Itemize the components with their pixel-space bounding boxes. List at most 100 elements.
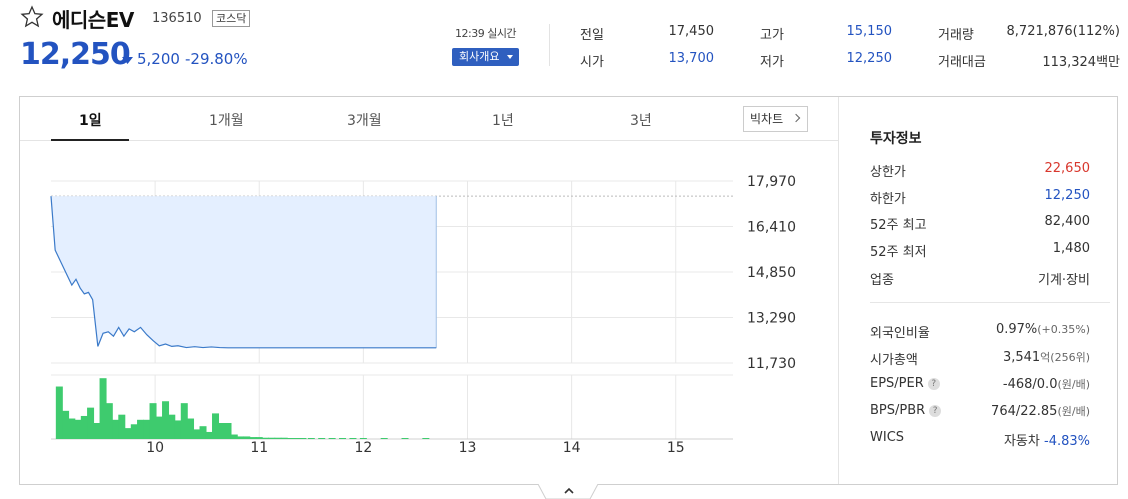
info-main-value: -468/0.0 <box>1002 377 1058 392</box>
company-overview-button[interactable]: 회사개요 <box>452 48 519 66</box>
period-tabs: 1일 1개월 3개월 1년 3년 빅차트 <box>20 97 838 141</box>
active-tab-underline <box>51 139 129 141</box>
tab-1year[interactable]: 1년 <box>492 110 514 130</box>
volume-bar <box>318 438 326 439</box>
invest-info: 투자정보 상한가 22,650 하한가 12,250 52주 최고 82,400… <box>839 97 1117 484</box>
volume-bar <box>99 378 107 439</box>
help-icon[interactable]: ? <box>929 405 942 417</box>
info-label: 52주 최고 <box>870 218 927 233</box>
info-row-52w-low: 52주 최저 1,480 <box>870 241 1090 260</box>
volume-bar <box>149 403 157 439</box>
y-tick-label: 16,410 <box>747 220 796 236</box>
info-label-text: EPS/PER <box>870 376 924 391</box>
info-value: 82,400 <box>1044 214 1091 229</box>
info-value: 764/22.85(원/배) <box>991 403 1090 419</box>
volume-bar <box>307 438 315 439</box>
info-row-foreign-ratio: 외국인비율 0.97%(+0.35%) <box>870 322 1090 341</box>
volume-bar <box>349 438 357 439</box>
volume-bar <box>328 438 336 439</box>
amount-value: 113,324백만 <box>1042 55 1120 70</box>
tab-1month[interactable]: 1개월 <box>209 110 244 130</box>
volume-bar <box>87 407 95 439</box>
info-label-text: BPS/PBR <box>870 403 926 418</box>
info-value: 3,541억(256위) <box>1003 349 1090 365</box>
volume-bar <box>212 413 220 439</box>
info-label: WICS <box>870 430 905 445</box>
volume-bar <box>68 418 76 439</box>
stock-header: 에디슨EV 136510 코스닥 12,250 5,200 -29.80% 12… <box>0 0 1128 92</box>
volume-bar <box>137 419 145 439</box>
info-label: EPS/PER? <box>870 376 940 391</box>
volume-bar <box>224 423 232 439</box>
company-overview-label: 회사개요 <box>459 50 500 63</box>
info-label: 업종 <box>870 273 894 288</box>
down-arrow-icon <box>122 50 133 64</box>
volume-bar <box>168 414 176 439</box>
volume-bar <box>274 437 282 439</box>
high-value: 15,150 <box>846 24 893 39</box>
info-row-industry: 업종 기계·장비 <box>870 269 1090 288</box>
caret-down-icon <box>507 55 513 59</box>
volume-bar <box>380 438 388 439</box>
info-row-market-cap: 시가총액 3,541억(256위) <box>870 349 1090 368</box>
volume-bar <box>280 437 288 439</box>
info-label: 상한가 <box>870 165 906 180</box>
chart-panel: 1일 1개월 3개월 1년 3년 빅차트 17,970 16,410 14,850 1… <box>19 96 1118 485</box>
volume-bar <box>187 418 195 439</box>
volume-bar <box>55 386 63 439</box>
amount-label: 거래대금 <box>938 55 986 70</box>
y-tick-label: 13,290 <box>747 311 796 327</box>
info-main-value: 764/22.85 <box>991 404 1058 419</box>
current-price: 12,250 <box>20 37 131 72</box>
star-outline-icon[interactable] <box>20 5 44 29</box>
info-sub-value: 억(256위) <box>1040 351 1090 364</box>
volume-bar <box>105 403 113 439</box>
volume-bar <box>401 438 409 439</box>
tab-3year[interactable]: 3년 <box>630 110 652 130</box>
info-sub-value: (+0.35%) <box>1037 323 1090 336</box>
volume-bar <box>261 437 269 439</box>
info-label: BPS/PBR? <box>870 403 942 418</box>
intraday-chart: 17,970 16,410 14,850 13,290 11,730 10 11 12 13 14… <box>50 174 796 456</box>
chevron-right-icon <box>791 113 801 123</box>
info-sub-value: (원/배) <box>1057 378 1090 391</box>
tab-1day[interactable]: 1일 <box>79 110 102 130</box>
volume-bar <box>218 423 226 439</box>
volume-bar <box>80 415 88 439</box>
low-value: 12,250 <box>846 51 893 66</box>
x-tick-label: 11 <box>250 440 268 456</box>
invest-info-title: 투자정보 <box>870 131 922 147</box>
volume-bar <box>174 420 182 439</box>
collapse-toggle[interactable] <box>538 484 598 499</box>
info-row-lower-limit: 하한가 12,250 <box>870 188 1090 207</box>
x-tick-label: 15 <box>667 440 685 456</box>
big-chart-label: 빅차트 <box>750 112 784 126</box>
x-tick-label: 14 <box>563 440 581 456</box>
info-value[interactable]: 기계·장비 <box>1038 269 1090 288</box>
info-label: 하한가 <box>870 192 906 207</box>
info-main-value: 자동차 <box>1003 434 1040 449</box>
info-row-upper-limit: 상한가 22,650 <box>870 161 1090 180</box>
info-value: 0.97%(+0.35%) <box>996 322 1090 337</box>
volume-bar <box>74 419 82 439</box>
info-label: 52주 최저 <box>870 245 927 260</box>
volume-bar <box>359 438 367 439</box>
change-percent: -29.80% <box>185 50 248 68</box>
info-value: 1,480 <box>1052 241 1090 256</box>
volume-bar <box>286 438 294 439</box>
open-value: 13,700 <box>668 51 715 66</box>
volume-value: 8,721,876(112%) <box>1006 24 1120 39</box>
low-label: 저가 <box>760 55 784 70</box>
change-amount: 5,200 <box>137 50 180 68</box>
info-value: -468/0.0(원/배) <box>1003 376 1090 392</box>
help-icon[interactable]: ? <box>927 378 940 390</box>
volume-bar <box>268 437 276 439</box>
big-chart-button[interactable]: 빅차트 <box>743 106 808 132</box>
tab-3month[interactable]: 3개월 <box>347 110 382 130</box>
info-value[interactable]: 자동차 -4.83% <box>1004 430 1090 449</box>
volume-bar <box>422 438 430 439</box>
info-row-eps-per: EPS/PER? -468/0.0(원/배) <box>870 376 1090 394</box>
info-row-52w-high: 52주 최고 82,400 <box>870 214 1091 233</box>
info-sub-value: -4.83% <box>1044 434 1090 449</box>
volume-bar <box>243 436 251 439</box>
